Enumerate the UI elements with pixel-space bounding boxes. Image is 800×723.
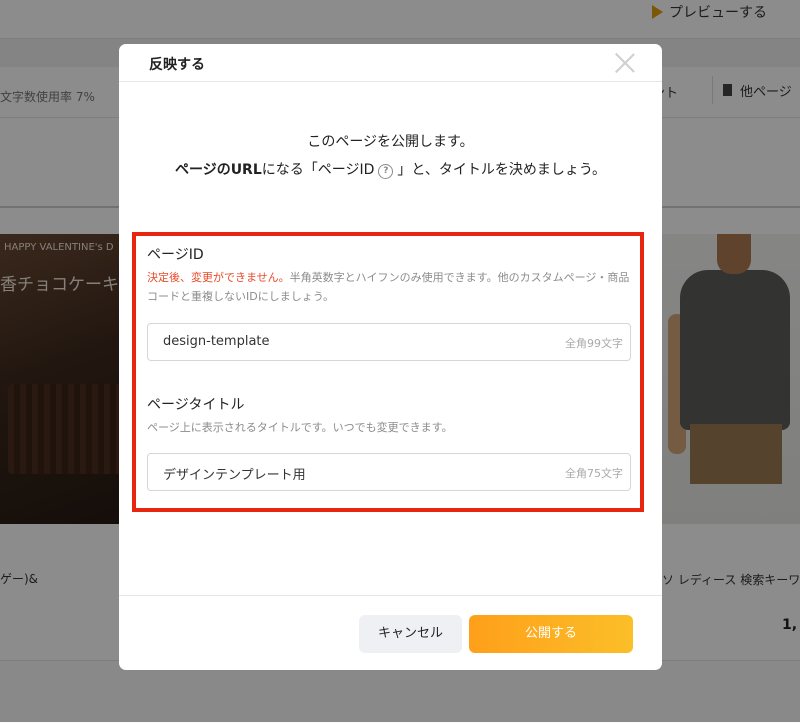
- dialog-header: 反映する: [119, 44, 662, 82]
- page-id-limit: 全角99文字: [565, 337, 623, 350]
- close-icon[interactable]: [614, 52, 636, 74]
- page-id-input[interactable]: design-template 全角99文字: [147, 323, 631, 361]
- page-id-value: design-template: [163, 334, 270, 349]
- page-id-warning: 決定後、変更ができません。: [147, 271, 290, 284]
- page-id-note: 決定後、変更ができません。半角英数字とハイフンのみ使用できます。他のカスタムペー…: [147, 268, 637, 306]
- dialog-title: 反映する: [149, 57, 205, 73]
- intro-mid-text: になる「ページID: [261, 162, 375, 178]
- dialog-footer: キャンセル 公開する: [119, 595, 662, 670]
- page-title-input[interactable]: デザインテンプレート用 全角75文字: [147, 453, 631, 491]
- help-icon[interactable]: ?: [378, 164, 394, 179]
- intro-line-2: ページのURLになる「ページID? 」と、タイトルを決めましょう。: [119, 159, 662, 179]
- intro-line-1: このページを公開します。: [307, 134, 474, 150]
- page-title-note: ページ上に表示されるタイトルです。いつでも変更できます。: [147, 421, 453, 434]
- page-title-limit: 全角75文字: [565, 467, 623, 480]
- page-id-label: ページID: [147, 247, 204, 263]
- cancel-button[interactable]: キャンセル: [359, 615, 462, 653]
- intro-url-text: ページのURL: [174, 162, 262, 178]
- intro-end-text: 」と、タイトルを決めましょう。: [397, 162, 607, 178]
- publish-button[interactable]: 公開する: [469, 615, 633, 653]
- page-title-value: デザインテンプレート用: [163, 468, 306, 483]
- publish-dialog: 反映する このページを公開します。 ページのURLになる「ページID? 」と、タイ…: [119, 44, 662, 670]
- page-title-label: ページタイトル: [147, 397, 245, 413]
